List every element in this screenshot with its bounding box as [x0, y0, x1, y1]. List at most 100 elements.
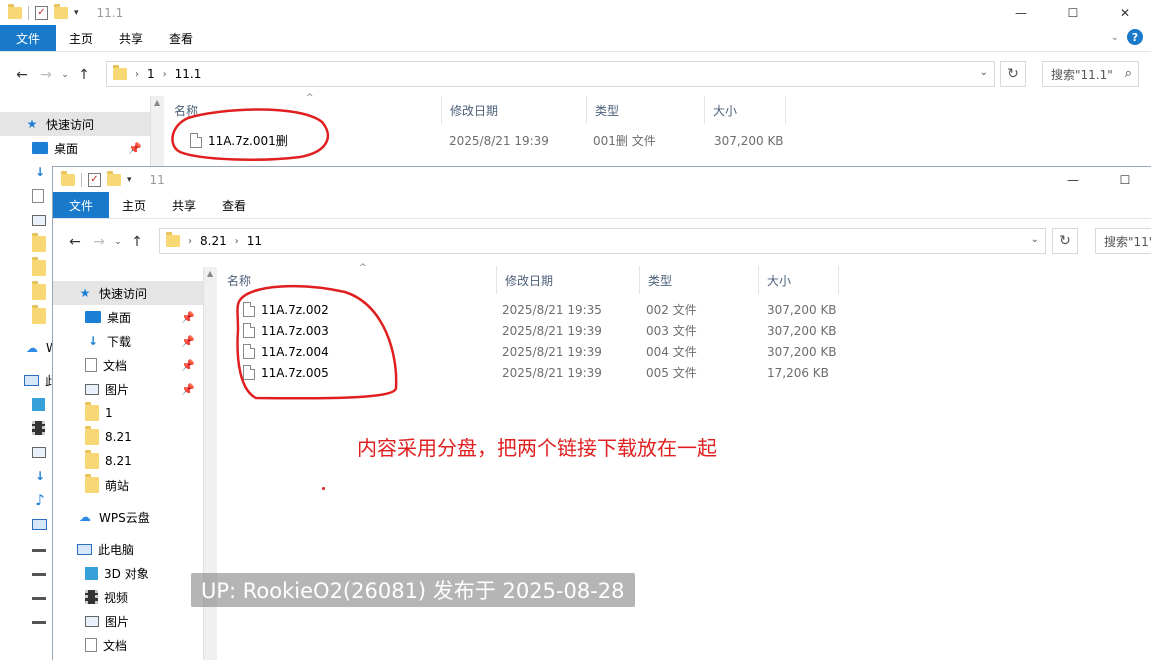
back-arrow-icon[interactable]: ← [10, 67, 34, 83]
tab-share[interactable]: 共享 [159, 192, 209, 218]
address-dropdown-icon[interactable]: ⌄ [1031, 234, 1039, 245]
nav-documents-pc[interactable]: 文档 [53, 633, 203, 657]
tab-home[interactable]: 主页 [56, 25, 106, 51]
maximize-button[interactable]: ☐ [1047, 0, 1099, 25]
column-header-type[interactable]: 类型 [640, 266, 759, 294]
document-icon [85, 638, 97, 652]
properties-icon[interactable]: ✓ [35, 5, 48, 20]
column-header-name[interactable]: 名称 ^ [219, 263, 497, 294]
file-icon [243, 323, 255, 338]
address-dropdown-icon[interactable]: ⌄ [980, 67, 988, 78]
nav-desktop[interactable]: 桌面 📌 [0, 136, 150, 160]
nav-downloads[interactable]: ↓ 下载 📌 [53, 329, 203, 353]
window-controls: — ☐ ✕ [995, 0, 1151, 25]
up-arrow-icon[interactable]: ↑ [72, 67, 96, 83]
pin-icon: 📌 [181, 382, 195, 396]
close-button[interactable]: ✕ [1099, 0, 1151, 25]
sort-arrow-icon: ^ [306, 93, 314, 103]
chevron-down-icon[interactable]: ⌄ [1111, 32, 1119, 43]
download-icon: ↓ [34, 165, 46, 179]
nav-label: 桌面 [107, 310, 132, 325]
breadcrumb-item[interactable]: 8.21 [200, 234, 227, 248]
file-name: 11A.7z.003 [261, 323, 329, 338]
scroll-up-icon[interactable]: ▲ [207, 269, 213, 278]
folder-icon [85, 402, 99, 421]
file-row[interactable]: 11A.7z.003 2025/8/21 19:39 003 文件 307,20… [219, 320, 859, 341]
file-row[interactable]: 11A.7z.001删 2025/8/21 19:39 001删 文件 307,… [166, 130, 806, 151]
column-header-name[interactable]: 名称 ^ [166, 93, 442, 124]
annotation-text: 内容采用分盘，把两个链接下载放在一起 [357, 436, 717, 460]
nav-pictures-pc[interactable]: 图片 [53, 609, 203, 633]
recent-dropdown-icon[interactable]: ⌄ [111, 237, 125, 247]
file-row[interactable]: 11A.7z.002 2025/8/21 19:35 002 文件 307,20… [219, 299, 859, 320]
nav-label: 3D 对象 [104, 566, 149, 581]
file-type: 002 文件 [646, 303, 697, 317]
column-header-type[interactable]: 类型 [587, 96, 705, 124]
document-icon [85, 358, 97, 372]
nav-videos[interactable]: 视频 [53, 585, 203, 609]
search-input[interactable]: 搜索"11.1" ⌕ [1042, 61, 1139, 87]
address-bar[interactable]: › 1 › 11.1 ⌄ [106, 61, 995, 87]
nav-buttons: ← → ⌄ ↑ [0, 67, 96, 83]
nav-folder[interactable]: 8.21 [53, 449, 203, 473]
breadcrumb-item[interactable]: 11 [247, 234, 262, 248]
quick-access-toolbar: ✓ ▾ [0, 0, 79, 25]
tab-view[interactable]: 查看 [156, 25, 206, 51]
tab-file[interactable]: 文件 [0, 25, 57, 51]
column-header-size[interactable]: 大小 [705, 96, 786, 124]
nav-folder[interactable]: 萌站 [53, 473, 203, 497]
nav-pictures[interactable]: 图片 📌 [53, 377, 203, 401]
nav-label: 文档 [103, 638, 128, 653]
nav-documents[interactable]: 文档 📌 [53, 353, 203, 377]
help-icon[interactable]: ? [1127, 29, 1143, 45]
folder-icon [113, 65, 127, 80]
column-header-size[interactable]: 大小 [759, 266, 839, 294]
nav-quick-access[interactable]: ★ 快速访问 [0, 112, 150, 136]
maximize-button[interactable]: ☐ [1099, 167, 1151, 192]
back-arrow-icon[interactable]: ← [63, 234, 87, 250]
file-name: 11A.7z.002 [261, 302, 329, 317]
column-header-date[interactable]: 修改日期 [497, 266, 640, 294]
tab-file[interactable]: 文件 [53, 192, 110, 218]
tab-view[interactable]: 查看 [209, 192, 259, 218]
window-title: 11 [149, 172, 165, 187]
refresh-button[interactable]: ↻ [1052, 228, 1078, 254]
address-bar[interactable]: › 8.21 › 11 ⌄ [159, 228, 1046, 254]
file-name-cell: 11A.7z.003 [243, 320, 329, 341]
nav-3d-objects[interactable]: 3D 对象 [53, 561, 203, 585]
nav-folder[interactable]: 1 [53, 401, 203, 425]
tab-home[interactable]: 主页 [109, 192, 159, 218]
tab-share[interactable]: 共享 [106, 25, 156, 51]
forward-arrow-icon[interactable]: → [87, 234, 111, 250]
breadcrumb-item[interactable]: 11.1 [175, 67, 202, 81]
nav-label: 视频 [104, 590, 129, 605]
breadcrumb-item[interactable]: 1 [147, 67, 155, 81]
nav-wps-cloud[interactable]: ☁ WPS云盘 [53, 505, 203, 529]
chevron-right-icon: › [234, 235, 239, 247]
forward-arrow-icon[interactable]: → [34, 67, 58, 83]
nav-quick-access[interactable]: ★ 快速访问 [53, 281, 203, 305]
column-header-date[interactable]: 修改日期 [442, 96, 587, 124]
properties-icon[interactable]: ✓ [88, 172, 101, 187]
search-input[interactable]: 搜索"11" [1095, 228, 1151, 254]
file-date: 2025/8/21 19:39 [502, 344, 602, 359]
file-row[interactable]: 11A.7z.004 2025/8/21 19:39 004 文件 307,20… [219, 341, 859, 362]
3d-objects-icon [85, 566, 98, 580]
new-folder-icon[interactable] [54, 3, 68, 19]
file-name-cell: 11A.7z.004 [243, 341, 329, 362]
nav-this-pc[interactable]: 此电脑 [53, 537, 203, 561]
up-arrow-icon[interactable]: ↑ [125, 234, 149, 250]
drive-icon [32, 544, 46, 552]
file-type: 003 文件 [646, 324, 697, 338]
nav-folder[interactable]: 8.21 [53, 425, 203, 449]
column-label: 类型 [648, 273, 673, 288]
minimize-button[interactable]: — [995, 0, 1047, 25]
file-row[interactable]: 11A.7z.005 2025/8/21 19:39 005 文件 17,206… [219, 362, 859, 383]
scroll-up-icon[interactable]: ▲ [154, 98, 160, 107]
recent-dropdown-icon[interactable]: ⌄ [58, 70, 72, 80]
new-folder-icon[interactable] [107, 170, 121, 186]
computer-icon [24, 374, 39, 386]
minimize-button[interactable]: — [1047, 167, 1099, 192]
refresh-button[interactable]: ↻ [1000, 61, 1026, 87]
nav-desktop[interactable]: 桌面 📌 [53, 305, 203, 329]
